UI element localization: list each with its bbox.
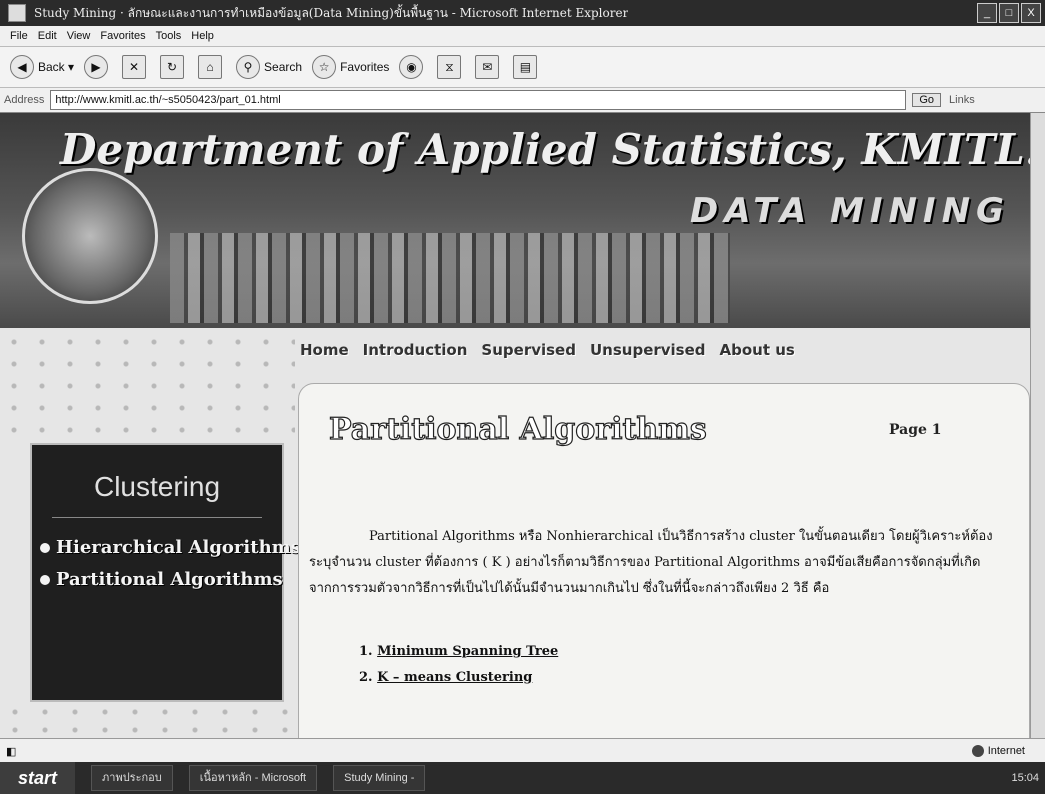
menu-view[interactable]: View (67, 30, 91, 42)
sidebar: Clustering Hierarchical Algorithms Parti… (30, 443, 301, 702)
taskbar-item[interactable]: ภาพประกอบ (91, 765, 173, 791)
refresh-button[interactable]: ↻ (160, 55, 188, 79)
taskbar-item[interactable]: เนื้อหาหลัก - Microsoft (188, 765, 318, 791)
method-list: 1. Minimum Spanning Tree 2. K – means Cl… (359, 639, 558, 691)
globe-icon (971, 745, 984, 757)
bullet-icon (40, 575, 50, 585)
list-item-number: 1. (359, 644, 373, 659)
campus-buildings-image (170, 233, 730, 323)
favorites-label: Favorites (340, 60, 390, 74)
banner-title: Department of Applied Statistics, KMITL. (60, 125, 1030, 174)
back-dropdown-icon[interactable]: ▾ (65, 60, 74, 74)
stop-icon: ✕ (122, 55, 147, 79)
address-bar: Address http://www.kmitl.ac.th/~s5050423… (0, 88, 1045, 113)
intro-paragraph-text: Partitional Algorithms หรือ Nonhierarchi… (309, 529, 993, 596)
close-button[interactable]: X (1021, 3, 1041, 23)
ie-app-icon (8, 4, 26, 22)
start-button[interactable]: start (0, 762, 76, 794)
decorative-dots-bottom (0, 703, 295, 738)
list-item: 1. Minimum Spanning Tree (359, 639, 558, 665)
stop-button[interactable]: ✕ (122, 55, 150, 79)
sidebar-item-label: Partitional Algorithms (56, 569, 283, 590)
system-clock: 15:04 (1011, 772, 1039, 784)
nav-about-us[interactable]: About us (720, 341, 795, 359)
intro-paragraph: Partitional Algorithms หรือ Nonhierarchi… (309, 524, 999, 602)
back-arrow-icon: ◀ (10, 55, 34, 79)
sidebar-divider (52, 517, 262, 518)
menu-help[interactable]: Help (191, 30, 214, 42)
content-panel: Partitional Algorithms Page 1 Partitiona… (298, 383, 1030, 738)
go-button[interactable]: Go (912, 93, 942, 107)
window-titlebar: Study Mining · ลักษณะและงานการทำเหมืองข้… (0, 0, 1045, 26)
links-label[interactable]: Links (949, 94, 975, 106)
address-input[interactable]: http://www.kmitl.ac.th/~s5050423/part_01… (50, 90, 907, 110)
zone-label: Internet (987, 745, 1025, 757)
home-button[interactable]: ⌂ (198, 55, 226, 79)
link-k-means-clustering[interactable]: K – means Clustering (377, 670, 532, 685)
toolbar: ◀ Back ▾ ▶ ✕ ↻ ⌂ ⚲ Search ☆ Favorites ◉ … (0, 47, 1045, 88)
minimize-button[interactable]: _ (977, 3, 997, 23)
site-nav: Home Introduction Supervised Unsupervise… (300, 338, 1030, 362)
history-icon: ⧖ (437, 55, 462, 79)
page-number: Page 1 (889, 422, 942, 438)
banner-subtitle: DATA MINING (690, 191, 1010, 231)
maximize-button[interactable]: □ (999, 3, 1019, 23)
home-icon: ⌂ (198, 55, 223, 79)
university-seal-logo (22, 168, 158, 304)
site-banner: Department of Applied Statistics, KMITL.… (0, 113, 1030, 328)
link-minimum-spanning-tree[interactable]: Minimum Spanning Tree (377, 644, 558, 659)
search-label: Search (264, 60, 303, 74)
history-button[interactable]: ⧖ (437, 55, 465, 79)
sidebar-title: Clustering (93, 471, 221, 502)
list-item-number: 2. (359, 670, 373, 685)
nav-supervised[interactable]: Supervised (481, 341, 576, 359)
back-button[interactable]: ◀ Back ▾ (10, 55, 74, 79)
security-zone: Internet (971, 745, 1025, 757)
menu-edit[interactable]: Edit (38, 30, 57, 42)
page-status-icon: ◧ (6, 745, 17, 758)
sidebar-item-hierarchical[interactable]: Hierarchical Algorithms (40, 537, 301, 558)
taskbar: start ภาพประกอบ เนื้อหาหลัก - Microsoft … (0, 762, 1045, 794)
taskbar-item[interactable]: Study Mining - (333, 765, 426, 791)
favorites-button[interactable]: ☆ Favorites (312, 55, 389, 79)
back-label: Back (38, 60, 65, 74)
nav-introduction[interactable]: Introduction (363, 341, 468, 359)
media-button[interactable]: ◉ (399, 55, 427, 79)
forward-button[interactable]: ▶ (84, 55, 112, 79)
nav-home[interactable]: Home (300, 341, 349, 359)
print-icon: ▤ (513, 55, 538, 79)
address-label: Address (4, 94, 45, 106)
decorative-dots (0, 331, 295, 441)
media-icon: ◉ (399, 55, 424, 79)
favorites-star-icon: ☆ (312, 55, 337, 79)
search-icon: ⚲ (236, 55, 261, 79)
page-viewport: Department of Applied Statistics, KMITL.… (0, 113, 1030, 738)
menu-bar: File Edit View Favorites Tools Help (0, 26, 1045, 47)
forward-arrow-icon: ▶ (84, 55, 109, 79)
sidebar-item-partitional[interactable]: Partitional Algorithms (40, 569, 283, 590)
print-button[interactable]: ▤ (513, 55, 541, 79)
bullet-icon (40, 543, 50, 553)
nav-unsupervised[interactable]: Unsupervised (590, 341, 706, 359)
sidebar-item-label: Hierarchical Algorithms (56, 537, 301, 558)
menu-favorites[interactable]: Favorites (100, 30, 145, 42)
window-title: Study Mining · ลักษณะและงานการทำเหมืองข้… (34, 5, 629, 20)
menu-file[interactable]: File (10, 30, 28, 42)
menu-tools[interactable]: Tools (156, 30, 182, 42)
refresh-icon: ↻ (160, 55, 185, 79)
window-controls: _ □ X (977, 3, 1041, 23)
list-item: 2. K – means Clustering (359, 665, 558, 691)
page-title: Partitional Algorithms (328, 411, 707, 447)
mail-icon: ✉ (475, 55, 500, 79)
vertical-scrollbar[interactable] (1030, 113, 1045, 738)
mail-button[interactable]: ✉ (475, 55, 503, 79)
status-bar: ◧ Internet (0, 738, 1045, 763)
search-button[interactable]: ⚲ Search (236, 55, 302, 79)
